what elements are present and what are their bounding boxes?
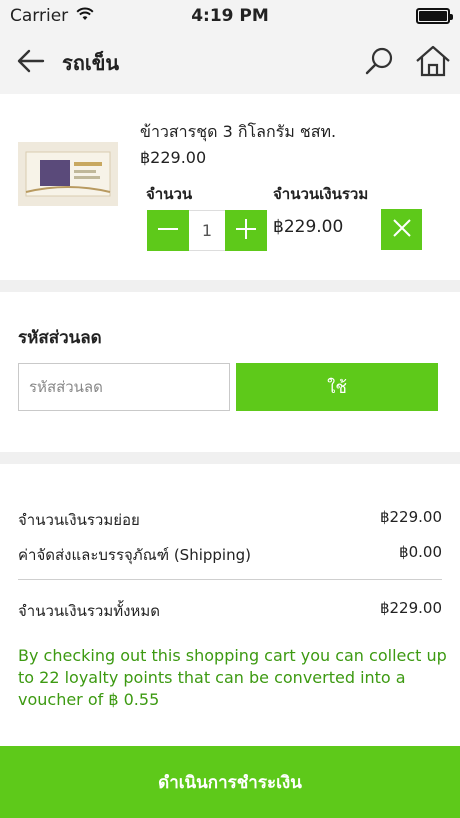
loyalty-message: By checking out this shopping cart you c… — [18, 646, 447, 709]
line-total-value: ฿229.00 — [273, 217, 344, 237]
quantity-value[interactable]: 1 — [189, 210, 225, 251]
decrease-quantity-button[interactable] — [147, 210, 189, 251]
shipping-value: ฿0.00 — [399, 543, 442, 561]
remove-item-button[interactable] — [381, 209, 422, 250]
home-button[interactable] — [406, 32, 460, 94]
summary-separator — [18, 579, 442, 580]
product-price: ฿229.00 — [140, 148, 207, 167]
line-total-label: จำนวนเงินรวม — [273, 185, 369, 203]
grand-total-value: ฿229.00 — [379, 599, 442, 617]
plus-icon — [235, 218, 257, 244]
page-title: รถเข็น — [62, 51, 120, 75]
search-button[interactable] — [352, 32, 406, 94]
subtotal-row: จำนวนเงินรวมย่อย ฿229.00 — [18, 508, 442, 532]
search-icon — [364, 46, 394, 80]
status-left: Carrier — [10, 6, 94, 26]
battery-icon — [416, 8, 453, 24]
product-name[interactable]: ข้าวสารชุด 3 กิโลกรัม ชสท. — [140, 120, 336, 145]
back-button[interactable] — [0, 32, 62, 94]
wifi-icon — [76, 6, 94, 26]
section-divider — [0, 280, 460, 292]
shipping-label: ค่าจัดส่งและบรรจุภัณฑ์ (Shipping) — [18, 546, 251, 564]
coupon-title: รหัสส่วนลด — [18, 328, 102, 348]
apply-coupon-button[interactable]: ใช้ — [236, 363, 438, 411]
increase-quantity-button[interactable] — [225, 210, 267, 251]
status-bar: Carrier 4:19 PM — [0, 0, 460, 32]
shipping-row: ค่าจัดส่งและบรรจุภัณฑ์ (Shipping) ฿0.00 — [18, 543, 442, 567]
home-icon — [415, 45, 451, 81]
checkout-button[interactable]: ดำเนินการชำระเงิน — [0, 746, 460, 818]
grand-total-label: จำนวนเงินรวมทั้งหมด — [18, 602, 160, 620]
coupon-input[interactable] — [18, 363, 230, 411]
section-divider — [0, 452, 460, 464]
close-icon — [392, 218, 412, 242]
subtotal-value: ฿229.00 — [379, 508, 442, 526]
grand-total-row: จำนวนเงินรวมทั้งหมด ฿229.00 — [18, 599, 442, 623]
quantity-stepper: 1 — [147, 210, 267, 251]
carrier-label: Carrier — [10, 6, 69, 26]
minus-icon — [157, 218, 179, 244]
arrow-left-icon — [17, 49, 45, 77]
product-thumbnail — [18, 142, 118, 206]
subtotal-label: จำนวนเงินรวมย่อย — [18, 511, 140, 529]
quantity-label: จำนวน — [146, 185, 193, 203]
nav-bar: รถเข็น — [0, 32, 460, 94]
